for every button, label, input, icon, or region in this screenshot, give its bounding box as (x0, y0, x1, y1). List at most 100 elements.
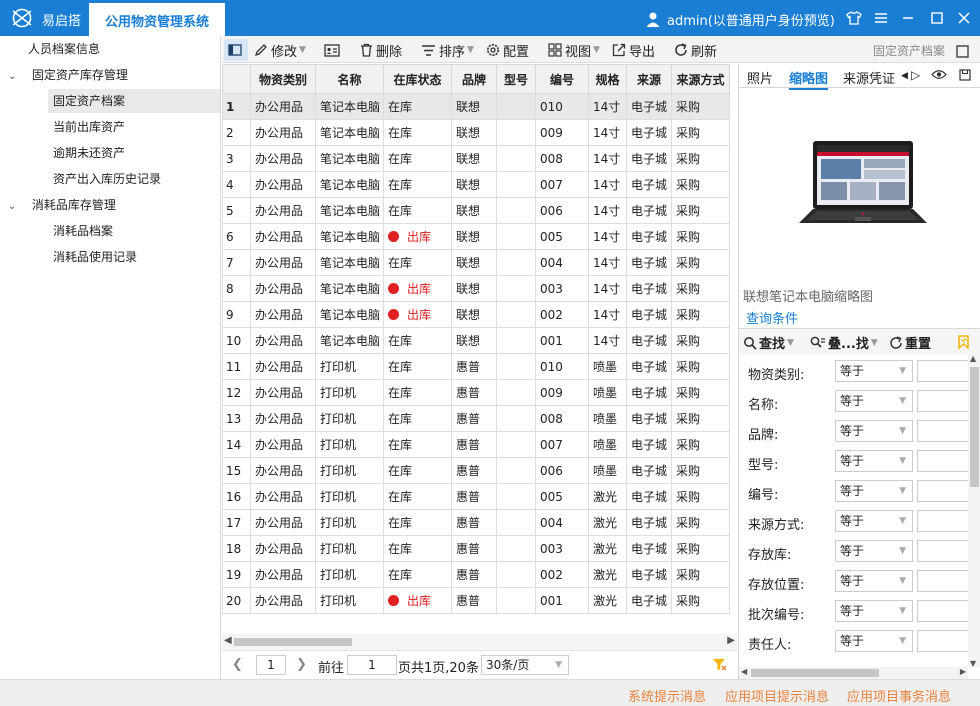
table-row[interactable]: 13 办公用品 打印机 在库 惠普 008 喷墨 电子城 采购 (222, 405, 730, 432)
table-cell[interactable]: 打印机 (315, 431, 384, 458)
table-cell[interactable]: 006 (535, 457, 589, 484)
row-number[interactable]: 8 (222, 275, 251, 302)
next-page-icon[interactable]: ❯ (296, 657, 307, 672)
table-cell[interactable]: 惠普 (451, 483, 497, 510)
row-number[interactable]: 16 (222, 483, 251, 510)
table-cell[interactable]: 激光 (588, 535, 627, 562)
table-cell[interactable]: 007 (535, 171, 589, 198)
scroll-right-icon[interactable]: ▶ (960, 667, 966, 676)
skin-button[interactable] (844, 8, 864, 28)
table-cell[interactable]: 打印机 (315, 483, 384, 510)
transaction-message-link[interactable]: 应用项目事务消息 (847, 686, 951, 705)
scroll-up-icon[interactable]: ▲ (970, 354, 976, 363)
table-cell[interactable]: 喷墨 (588, 379, 627, 406)
table-cell[interactable]: 惠普 (451, 379, 497, 406)
column-header[interactable]: 来源 (626, 64, 672, 94)
table-row[interactable]: 5 办公用品 笔记本电脑 在库 联想 006 14寸 电子城 采购 (222, 197, 730, 224)
filter-icon[interactable] (712, 658, 727, 671)
table-row[interactable]: 15 办公用品 打印机 在库 惠普 006 喷墨 电子城 采购 (222, 457, 730, 484)
table-cell[interactable]: 联想 (451, 223, 497, 250)
table-cell[interactable]: 笔记本电脑 (315, 249, 384, 276)
user-menu[interactable]: admin(以普通用户身份预览) (645, 9, 835, 29)
table-cell[interactable]: 电子城 (626, 535, 672, 562)
table-cell[interactable]: 笔记本电脑 (315, 171, 384, 198)
config-button[interactable]: 配置 (486, 40, 529, 60)
table-cell[interactable]: 办公用品 (250, 561, 316, 588)
table-cell[interactable]: 在库 (383, 457, 452, 484)
column-header[interactable]: 型号 (496, 64, 536, 94)
operator-select[interactable]: 等于 ▼ (835, 420, 913, 442)
operator-select[interactable]: 等于 ▼ (835, 510, 913, 532)
scroll-left-icon[interactable]: ◀ (224, 635, 232, 646)
table-cell[interactable]: 电子城 (626, 119, 672, 146)
table-cell[interactable] (496, 275, 536, 302)
row-number[interactable]: 2 (222, 119, 251, 146)
table-cell[interactable]: 电子城 (626, 483, 672, 510)
scrollbar-thumb[interactable] (234, 638, 352, 646)
table-cell[interactable]: 在库 (383, 405, 452, 432)
table-cell[interactable]: 采购 (671, 535, 730, 562)
table-cell[interactable] (496, 431, 536, 458)
table-cell[interactable]: 14寸 (588, 197, 627, 224)
table-cell[interactable]: 004 (535, 509, 589, 536)
scrollbar-thumb[interactable] (751, 669, 879, 677)
table-cell[interactable]: 008 (535, 405, 589, 432)
operator-select[interactable]: 等于 ▼ (835, 480, 913, 502)
table-cell[interactable]: 办公用品 (250, 223, 316, 250)
table-cell[interactable]: 笔记本电脑 (315, 301, 384, 328)
table-cell[interactable]: 激光 (588, 509, 627, 536)
row-number[interactable]: 19 (222, 561, 251, 588)
table-row[interactable]: 6 办公用品 笔记本电脑 出库 联想 005 14寸 电子城 采购 (222, 223, 730, 250)
table-cell[interactable]: 在库 (383, 119, 452, 146)
table-cell[interactable]: 喷墨 (588, 405, 627, 432)
edit-button[interactable]: 修改 ▼ (254, 40, 306, 60)
sidebar-item-personnel[interactable]: 人员档案信息 (28, 37, 100, 61)
table-cell[interactable]: 办公用品 (250, 431, 316, 458)
table-cell[interactable]: 电子城 (626, 431, 672, 458)
table-cell[interactable]: 010 (535, 93, 589, 120)
table-row[interactable]: 2 办公用品 笔记本电脑 在库 联想 009 14寸 电子城 采购 (222, 119, 730, 146)
toggle-sidebar-button[interactable] (224, 39, 248, 61)
table-cell[interactable]: 电子城 (626, 509, 672, 536)
tab-photo[interactable]: 照片 (747, 68, 773, 87)
sort-button[interactable]: 排序 ▼ (421, 40, 474, 60)
refresh-button[interactable]: 刷新 (674, 40, 717, 60)
table-cell[interactable]: 采购 (671, 405, 730, 432)
row-number[interactable]: 11 (222, 353, 251, 380)
table-cell[interactable]: 采购 (671, 145, 730, 172)
query-value-input[interactable] (917, 450, 971, 472)
prev-page-icon[interactable]: ❮ (232, 657, 243, 672)
table-cell[interactable]: 010 (535, 353, 589, 380)
table-cell[interactable] (496, 587, 536, 614)
table-cell[interactable]: 007 (535, 431, 589, 458)
close-button[interactable] (954, 8, 974, 28)
status-cell[interactable]: 出库 (383, 587, 452, 614)
scroll-down-icon[interactable]: ▼ (970, 659, 976, 668)
query-value-input[interactable] (917, 360, 971, 382)
tab-app-main[interactable]: 公用物资管理系统 (89, 3, 225, 36)
table-cell[interactable]: 联想 (451, 275, 497, 302)
table-cell[interactable] (496, 379, 536, 406)
table-cell[interactable]: 在库 (383, 171, 452, 198)
table-cell[interactable]: 采购 (671, 249, 730, 276)
table-cell[interactable]: 采购 (671, 457, 730, 484)
query-value-input[interactable] (917, 600, 971, 622)
table-cell[interactable]: 采购 (671, 275, 730, 302)
view-button[interactable]: 视图 ▼ (548, 40, 600, 60)
table-cell[interactable]: 采购 (671, 561, 730, 588)
table-cell[interactable] (496, 171, 536, 198)
page-number[interactable]: 1 (256, 655, 286, 675)
table-cell[interactable]: 采购 (671, 509, 730, 536)
table-row[interactable]: 4 办公用品 笔记本电脑 在库 联想 007 14寸 电子城 采购 (222, 171, 730, 198)
row-number[interactable]: 17 (222, 509, 251, 536)
table-cell[interactable]: 008 (535, 145, 589, 172)
column-header[interactable]: 品牌 (451, 64, 497, 94)
table-cell[interactable]: 采购 (671, 353, 730, 380)
reset-button[interactable]: 重置 (889, 333, 931, 352)
column-header[interactable]: 物资类别 (250, 64, 316, 94)
table-cell[interactable]: 采购 (671, 93, 730, 120)
table-cell[interactable] (496, 405, 536, 432)
row-number[interactable]: 13 (222, 405, 251, 432)
table-row[interactable]: 8 办公用品 笔记本电脑 出库 联想 003 14寸 电子城 采购 (222, 275, 730, 302)
scroll-left-icon[interactable]: ◀ (741, 667, 747, 676)
